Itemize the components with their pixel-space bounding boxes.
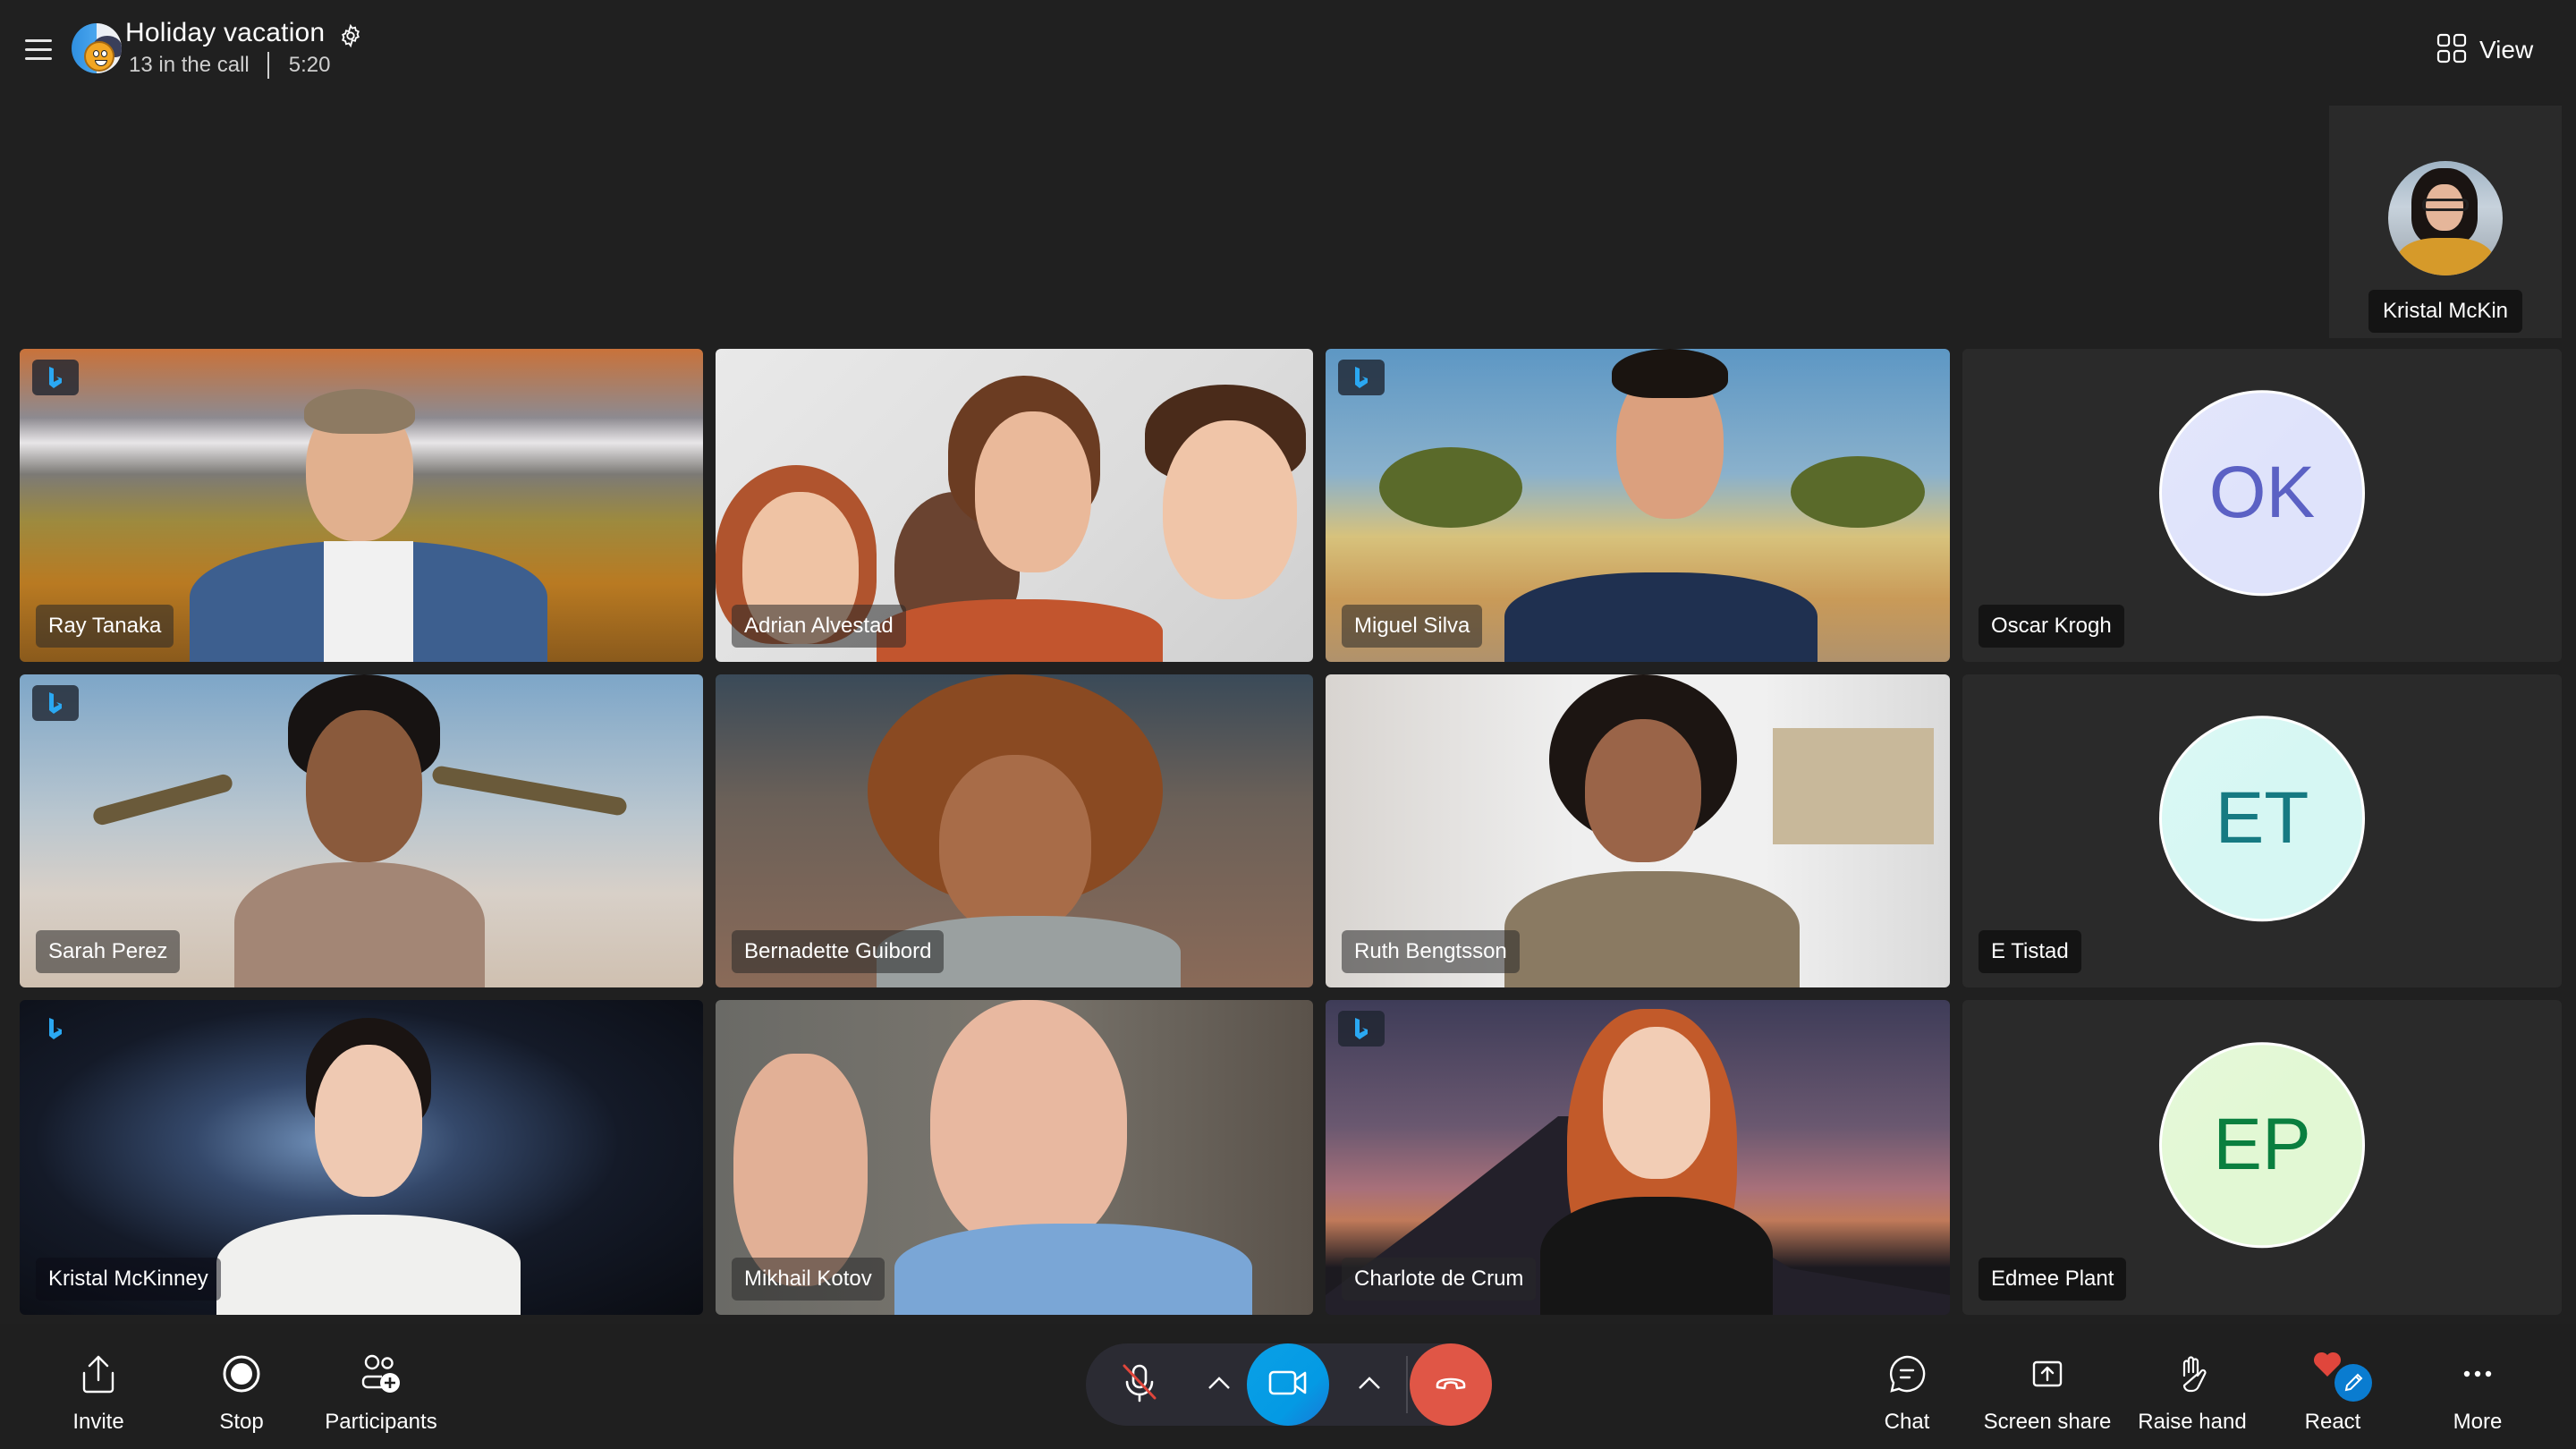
view-label: View — [2479, 36, 2534, 64]
video-camera-icon — [1268, 1368, 1308, 1402]
participant-name: Kristal McKinney — [36, 1258, 221, 1301]
call-controls — [1086, 1343, 1492, 1426]
gear-icon[interactable] — [338, 23, 363, 48]
hamburger-icon-line — [25, 57, 52, 60]
hang-up-button[interactable] — [1410, 1343, 1492, 1426]
add-participant-icon — [360, 1347, 402, 1401]
participant-count: 13 in the call — [129, 53, 250, 77]
divider — [1406, 1356, 1408, 1413]
participant-tile[interactable]: Sarah Perez — [20, 674, 703, 987]
chat-bubble-icon — [1887, 1347, 1927, 1401]
chat-button[interactable]: Chat — [1871, 1324, 1943, 1449]
call-header: Holiday vacation 13 in the call 5:20 Vie… — [0, 0, 2576, 98]
participant-tile[interactable]: Miguel Silva — [1326, 349, 1950, 662]
participant-name: Charlote de Crum — [1342, 1258, 1537, 1301]
participant-name: Sarah Perez — [36, 930, 181, 973]
chevron-up-icon — [1358, 1376, 1381, 1394]
group-avatar-icon[interactable] — [72, 23, 122, 73]
share-upload-icon — [80, 1347, 116, 1401]
divider — [267, 52, 269, 79]
mic-off-icon — [1119, 1362, 1160, 1408]
grid-icon — [2436, 33, 2467, 68]
raise-hand-button[interactable]: Raise hand — [2132, 1324, 2252, 1449]
participant-tile[interactable]: Ray Tanaka — [20, 349, 703, 662]
participant-avatar: EP — [2159, 1042, 2365, 1249]
bing-background-badge — [32, 360, 79, 395]
bing-background-badge — [1338, 1011, 1385, 1046]
participant-name: Edmee Plant — [1979, 1258, 2127, 1301]
camera-toggle-button[interactable] — [1247, 1343, 1329, 1426]
screen-share-button[interactable]: Screen share — [1982, 1324, 2113, 1449]
participant-name: E Tistad — [1979, 930, 2081, 973]
call-status: 13 in the call 5:20 — [129, 52, 330, 79]
participant-tile[interactable]: Bernadette Guibord — [716, 674, 1313, 987]
hamburger-icon-line — [25, 48, 52, 51]
call-duration: 5:20 — [288, 53, 331, 77]
menu-button[interactable] — [25, 39, 54, 61]
participant-name: Miguel Silva — [1342, 605, 1483, 648]
participant-tile[interactable]: Charlote de Crum — [1326, 1000, 1950, 1315]
audio-options-button[interactable] — [1184, 1343, 1254, 1426]
video-options-button[interactable] — [1342, 1343, 1397, 1426]
stop-recording-button[interactable]: Stop — [202, 1324, 281, 1449]
view-button[interactable]: View — [2436, 33, 2534, 68]
participant-name: Ray Tanaka — [36, 605, 174, 648]
self-view-tile[interactable]: Kristal McKin — [2329, 106, 2562, 338]
participant-tile[interactable]: Mikhail Kotov — [716, 1000, 1313, 1315]
screen-share-icon — [2032, 1347, 2063, 1401]
chevron-up-icon — [1208, 1376, 1231, 1394]
participant-name: Oscar Krogh — [1979, 605, 2124, 648]
participant-avatar: ET — [2159, 716, 2365, 922]
mute-toggle-button[interactable] — [1095, 1343, 1184, 1426]
chat-label: Chat — [1884, 1410, 1930, 1434]
participants-label: Participants — [325, 1410, 437, 1434]
pencil-icon — [2334, 1364, 2372, 1402]
bing-background-badge — [1338, 360, 1385, 395]
call-title: Holiday vacation — [125, 18, 326, 47]
more-dots-icon — [2462, 1347, 2493, 1401]
react-label: React — [2304, 1410, 2361, 1434]
bing-background-badge — [32, 1011, 79, 1046]
more-button[interactable]: More — [2442, 1324, 2513, 1449]
participant-tile[interactable]: Adrian Alvestad — [716, 349, 1313, 662]
react-button[interactable]: React — [2295, 1324, 2372, 1449]
stop-label: Stop — [219, 1410, 264, 1434]
invite-button[interactable]: Invite — [59, 1324, 138, 1449]
record-stop-icon — [222, 1347, 261, 1401]
call-toolbar: Invite Stop Participants Chat Screen sha… — [0, 1324, 2576, 1449]
screen-share-label: Screen share — [1983, 1410, 2112, 1434]
participant-name: Mikhail Kotov — [732, 1258, 885, 1301]
raise-hand-icon — [2177, 1347, 2207, 1401]
participant-tile[interactable]: Kristal McKinney — [20, 1000, 703, 1315]
hang-up-icon — [1435, 1374, 1467, 1396]
bing-background-badge — [32, 685, 79, 721]
participants-button[interactable]: Participants — [318, 1324, 444, 1449]
participant-name: Ruth Bengtsson — [1342, 930, 1520, 973]
more-label: More — [2453, 1410, 2503, 1434]
participant-name: Adrian Alvestad — [732, 605, 906, 648]
participant-tile[interactable]: Ruth Bengtsson — [1326, 674, 1950, 987]
participant-tile[interactable]: EP Edmee Plant — [1962, 1000, 2562, 1315]
participant-tile[interactable]: ET E Tistad — [1962, 674, 2562, 987]
self-avatar — [2388, 161, 2503, 275]
raise-hand-label: Raise hand — [2138, 1410, 2247, 1434]
participant-tile[interactable]: OK Oscar Krogh — [1962, 349, 2562, 662]
heart-react-icon — [2301, 1347, 2372, 1402]
hamburger-icon-line — [25, 39, 52, 42]
participant-avatar: OK — [2159, 390, 2365, 597]
self-name-label: Kristal McKin — [2368, 290, 2523, 333]
invite-label: Invite — [72, 1410, 124, 1434]
participant-name: Bernadette Guibord — [732, 930, 945, 973]
